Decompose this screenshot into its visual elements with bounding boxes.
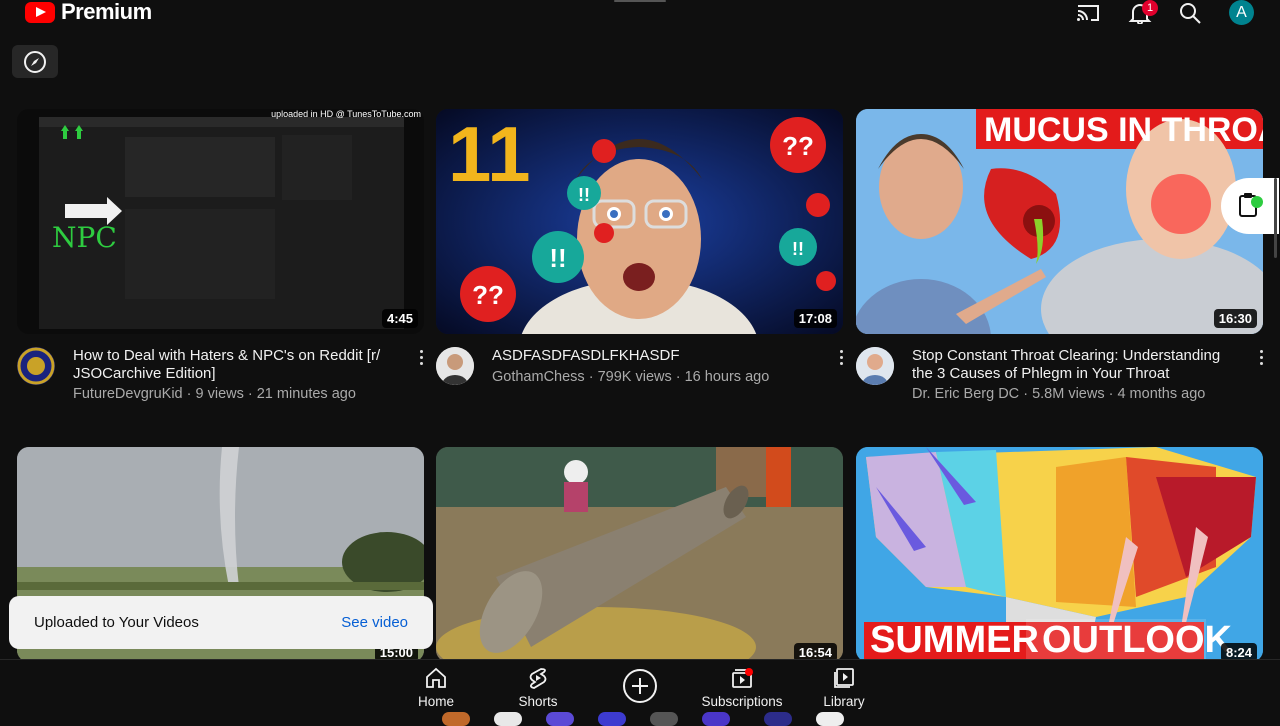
duration-badge: 16:30 — [1213, 309, 1257, 328]
youtube-play-logo-icon — [25, 1, 55, 23]
video-thumbnail[interactable]: ?? ?? !! !! !! 11 17:08 — [436, 109, 843, 334]
dock-app-icon[interactable] — [598, 712, 626, 726]
duration-badge: 17:08 — [793, 309, 837, 328]
channel-avatar[interactable] — [436, 347, 474, 385]
more-options-icon[interactable] — [1260, 350, 1264, 366]
nav-home[interactable]: Home — [391, 666, 481, 709]
dock-app-icon[interactable] — [494, 712, 522, 726]
channel-name[interactable]: FutureDevgruKid — [73, 386, 183, 402]
home-icon — [426, 667, 446, 688]
views-and-age: 799K views · 16 hours ago — [597, 369, 770, 385]
system-dock — [0, 712, 1280, 726]
dock-app-icon[interactable] — [816, 712, 844, 726]
video-title[interactable]: ASDFASDFASDLFKHASDF — [492, 347, 822, 365]
add-icon — [623, 669, 657, 703]
video-thumbnail[interactable]: NPC uploaded in HD @ TunesToTube.com 4:4… — [17, 109, 424, 334]
notification-count-badge: 1 — [1142, 0, 1158, 16]
dock-app-icon[interactable] — [702, 712, 730, 726]
dock-app-icon[interactable] — [764, 712, 792, 726]
thumbnail-image — [436, 447, 843, 662]
scrollbar[interactable] — [1274, 178, 1277, 258]
create-button[interactable] — [595, 668, 685, 704]
shorts-icon — [529, 668, 547, 689]
brand-label: Premium — [61, 0, 152, 24]
see-video-button[interactable]: See video — [341, 614, 408, 631]
svg-text:??: ?? — [782, 131, 814, 161]
video-thumbnail[interactable]: MUCUS IN THROAT 16:30 — [856, 109, 1263, 334]
library-icon — [834, 668, 854, 688]
video-meta: FutureDevgruKid · 9 views · 21 minutes a… — [73, 386, 356, 402]
views-and-age: 9 views · 21 minutes ago — [195, 386, 356, 402]
drag-handle[interactable] — [614, 0, 666, 2]
top-app-bar: Premium 1 A — [0, 0, 1280, 28]
channel-name[interactable]: GothamChess — [492, 369, 585, 385]
channel-avatar[interactable] — [17, 347, 55, 385]
nav-shorts[interactable]: Shorts — [493, 666, 583, 709]
nav-library-label: Library — [823, 694, 865, 709]
explore-button[interactable] — [12, 45, 58, 78]
nav-shorts-label: Shorts — [518, 694, 558, 709]
compass-icon — [24, 50, 46, 73]
youtube-premium-logo[interactable]: Premium — [25, 0, 152, 24]
nav-home-label: Home — [417, 694, 454, 709]
toast-message: Uploaded to Your Videos — [34, 614, 199, 631]
account-avatar[interactable]: A — [1229, 0, 1254, 25]
dock-app-icon[interactable] — [442, 712, 470, 726]
nav-subscriptions-label: Subscriptions — [701, 694, 783, 709]
nav-library[interactable]: Library — [799, 666, 889, 709]
svg-text:!!: !! — [549, 243, 566, 273]
more-options-icon[interactable] — [420, 350, 424, 366]
cast-icon[interactable] — [1076, 2, 1100, 24]
video-meta: GothamChess · 799K views · 16 hours ago — [492, 369, 770, 385]
nav-subscriptions[interactable]: Subscriptions — [697, 666, 787, 709]
svg-text:??: ?? — [472, 280, 504, 310]
upload-toast: Uploaded to Your Videos See video — [9, 596, 433, 649]
dock-app-icon[interactable] — [546, 712, 574, 726]
thumbnail-number: 11 — [448, 110, 531, 198]
channel-avatar[interactable] — [856, 347, 894, 385]
seal-emblem-icon — [17, 347, 55, 385]
thumbnail-text-right: OUTLOOK — [1042, 619, 1232, 661]
more-options-icon[interactable] — [840, 350, 844, 366]
clipboard-icon — [1239, 193, 1263, 217]
duration-badge: 4:45 — [381, 309, 418, 328]
channel-name[interactable]: Dr. Eric Berg DC — [912, 386, 1019, 402]
thumbnail-banner: MUCUS IN THROAT — [984, 111, 1263, 149]
thumbnail-text-left: SUMMER — [870, 619, 1039, 661]
person-avatar-icon — [856, 347, 894, 385]
thumbnail-caption: uploaded in HD @ TunesToTube.com — [271, 109, 421, 119]
svg-text:!!: !! — [578, 185, 590, 205]
video-thumbnail[interactable]: 16:54 — [436, 447, 843, 662]
new-content-dot — [745, 668, 753, 676]
video-title[interactable]: Stop Constant Throat Clearing: Understan… — [912, 347, 1242, 383]
clipboard-side-button[interactable] — [1221, 178, 1279, 234]
video-meta: Dr. Eric Berg DC · 5.8M views · 4 months… — [912, 386, 1206, 402]
search-icon[interactable] — [1178, 2, 1202, 24]
svg-text:!!: !! — [792, 239, 804, 259]
views-and-age: 5.8M views · 4 months ago — [1032, 386, 1206, 402]
video-title[interactable]: How to Deal with Haters & NPC's on Reddi… — [73, 347, 403, 383]
person-avatar-icon — [436, 347, 474, 385]
dock-app-icon[interactable] — [650, 712, 678, 726]
thumbnail-npc-label: NPC — [52, 221, 117, 254]
video-thumbnail[interactable]: SUMMER OUTLOOK 8:24 — [856, 447, 1263, 662]
